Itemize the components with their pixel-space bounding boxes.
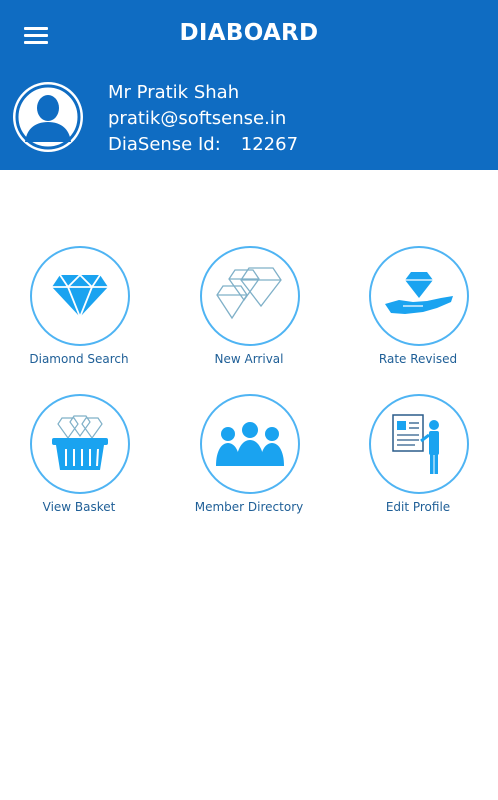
tile-label: Member Directory [194,500,304,514]
edit-profile-icon [369,394,469,494]
tile-edit-profile[interactable]: Edit Profile [343,394,493,524]
tile-label: Rate Revised [378,352,458,366]
members-group-icon [200,394,300,494]
tile-view-basket[interactable]: View Basket [4,394,154,524]
tile-member-directory[interactable]: Member Directory [174,394,324,524]
diamond-icon [30,246,130,346]
tile-diamond-search[interactable]: Diamond Search [4,246,154,376]
tile-label: View Basket [42,500,116,514]
diamond-in-hand-icon [369,246,469,346]
tile-label: New Arrival [214,352,284,366]
diamond-basket-icon [30,394,130,494]
tile-label: Edit Profile [385,500,451,514]
diamonds-group-icon [200,246,300,346]
tile-new-arrival[interactable]: New Arrival [174,246,324,376]
tile-label: Diamond Search [29,352,129,366]
tile-rate-revised[interactable]: Rate Revised [343,246,493,376]
dashboard-grid: Diamond Search New Arrival Rate Revised … [0,0,498,800]
